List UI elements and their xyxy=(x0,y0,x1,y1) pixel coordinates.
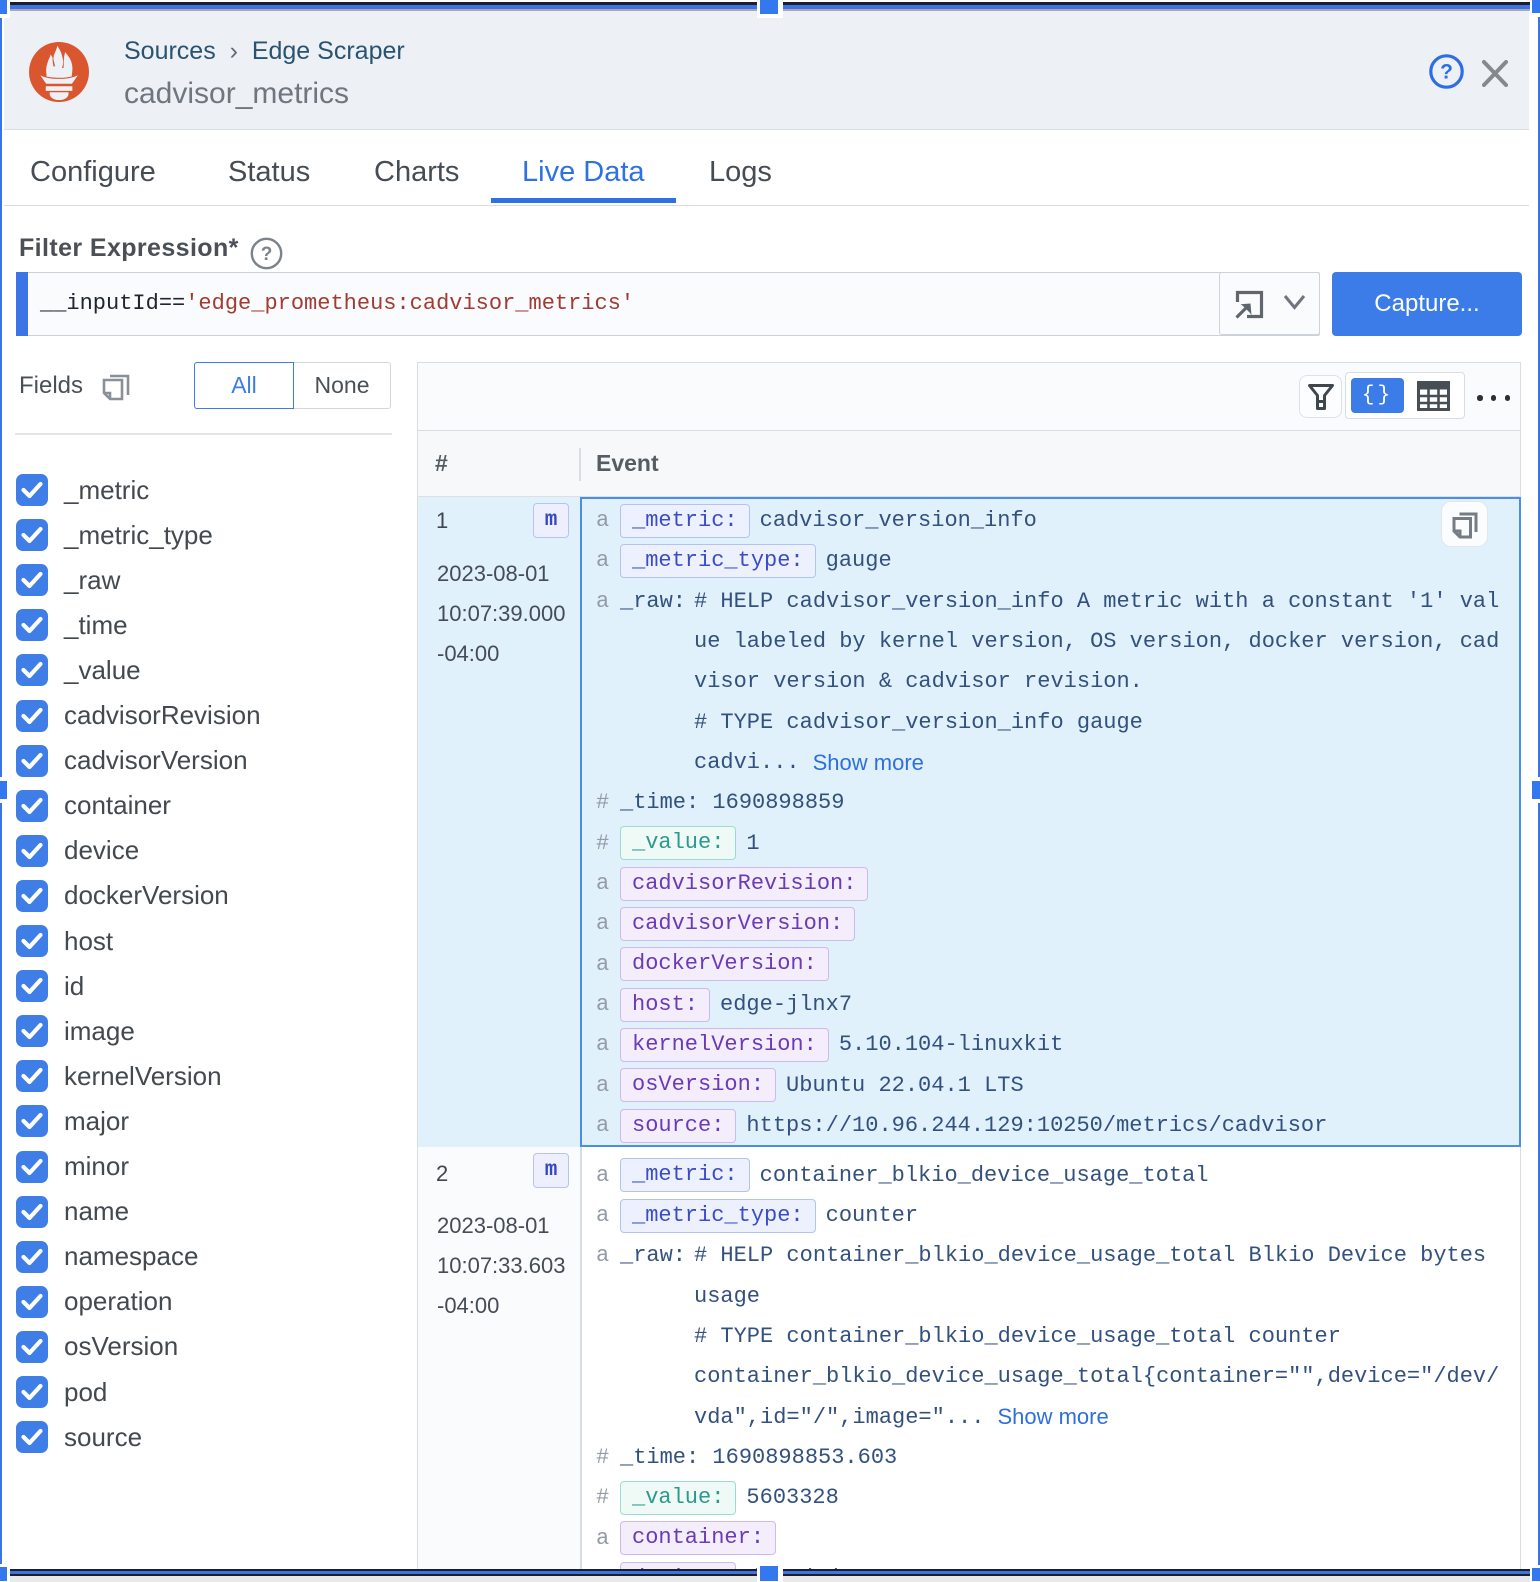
svg-text:?: ? xyxy=(1440,61,1453,84)
svg-text:?: ? xyxy=(261,244,273,265)
